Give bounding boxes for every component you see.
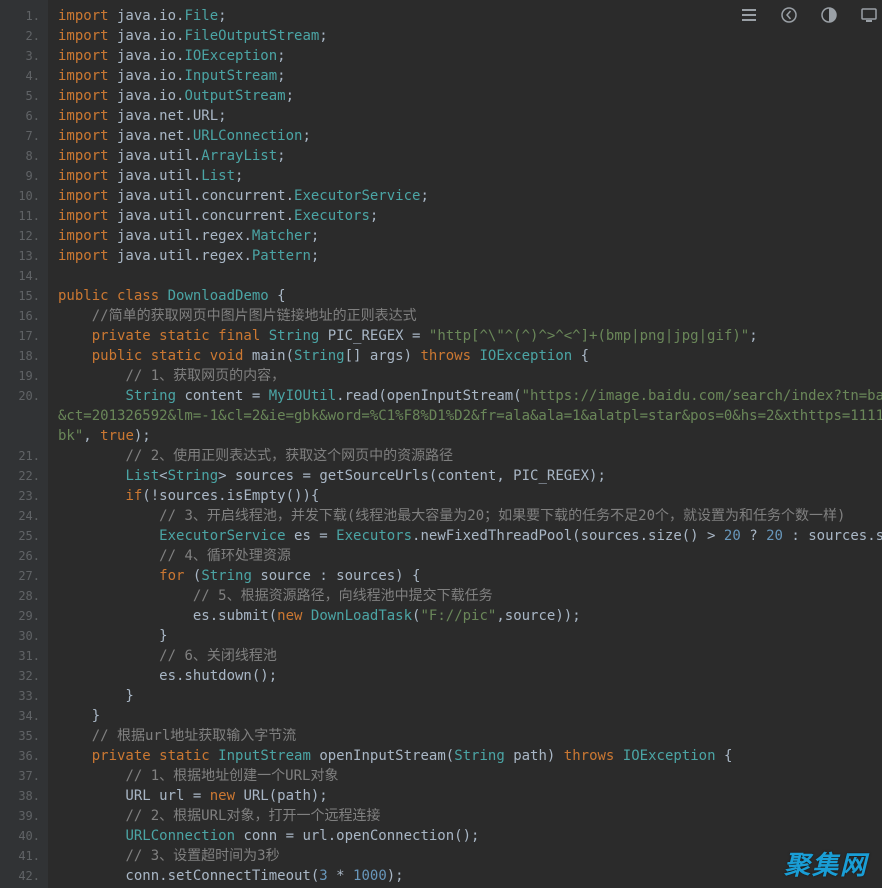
- code-line: public static void main(String[] args) t…: [58, 346, 882, 366]
- line-number: 36.: [0, 746, 40, 766]
- code-line: ExecutorService es = Executors.newFixedT…: [58, 526, 882, 546]
- watermark: 聚集网: [784, 845, 868, 882]
- code-line: for (String source : sources) {: [58, 566, 882, 586]
- code-line: // 3、设置超时间为3秒: [58, 846, 882, 866]
- line-number: 37.: [0, 766, 40, 786]
- code-line: URL url = new URL(path);: [58, 786, 882, 806]
- code-line: // 2、根据URL对象，打开一个远程连接: [58, 806, 882, 826]
- code-line: private static InputStream openInputStre…: [58, 746, 882, 766]
- code-line: import java.util.ArrayList;: [58, 146, 882, 166]
- code-line: // 2、使用正则表达式，获取这个网页中的资源路径: [58, 446, 882, 466]
- code-line: List<String> sources = getSourceUrls(con…: [58, 466, 882, 486]
- code-line: // 5、根据资源路径，向线程池中提交下载任务: [58, 586, 882, 606]
- code-line: import java.io.FileOutputStream;: [58, 26, 882, 46]
- code-line: // 根据url地址获取输入字节流: [58, 726, 882, 746]
- list-icon[interactable]: [740, 6, 758, 24]
- line-number: 15.: [0, 286, 40, 306]
- code-line: if(!sources.isEmpty()){: [58, 486, 882, 506]
- line-number: 18.: [0, 346, 40, 366]
- code-line: }: [58, 706, 882, 726]
- line-number: 8.: [0, 146, 40, 166]
- line-number: 28.: [0, 586, 40, 606]
- code-line: import java.io.IOException;: [58, 46, 882, 66]
- line-number: 30.: [0, 626, 40, 646]
- code-line: // 4、循环处理资源: [58, 546, 882, 566]
- line-number: 32.: [0, 666, 40, 686]
- line-number: 26.: [0, 546, 40, 566]
- code-line: es.shutdown();: [58, 666, 882, 686]
- line-number: 12.: [0, 226, 40, 246]
- code-line: import java.util.List;: [58, 166, 882, 186]
- line-number: 11.: [0, 206, 40, 226]
- line-gutter: 1.2.3.4.5.6.7.8.9.10.11.12.13.14.15.16.1…: [0, 0, 48, 888]
- code-line: String content = MyIOUtil.read(openInput…: [58, 386, 882, 406]
- toolbar: [740, 6, 882, 24]
- line-number: 6.: [0, 106, 40, 126]
- line-number: 9.: [0, 166, 40, 186]
- line-number: 1.: [0, 6, 40, 26]
- line-number: 29.: [0, 606, 40, 626]
- line-number: 27.: [0, 566, 40, 586]
- line-number: 41.: [0, 846, 40, 866]
- screen-icon[interactable]: [860, 6, 878, 24]
- code-line: // 1、获取网页的内容，: [58, 366, 882, 386]
- code-line: bk", true);: [58, 426, 882, 446]
- line-number: 3.: [0, 46, 40, 66]
- code-line: &ct=201326592&lm=-1&cl=2&ie=gbk&word=%C1…: [58, 406, 882, 426]
- code-line: URLConnection conn = url.openConnection(…: [58, 826, 882, 846]
- code-line: import java.net.URLConnection;: [58, 126, 882, 146]
- line-number: 33.: [0, 686, 40, 706]
- code-line: import java.util.regex.Matcher;: [58, 226, 882, 246]
- code-line: }: [58, 686, 882, 706]
- line-number: 22.: [0, 466, 40, 486]
- line-number: 39.: [0, 806, 40, 826]
- line-number: 7.: [0, 126, 40, 146]
- line-number: 24.: [0, 506, 40, 526]
- contrast-icon[interactable]: [820, 6, 838, 24]
- code-editor: 1.2.3.4.5.6.7.8.9.10.11.12.13.14.15.16.1…: [0, 0, 882, 888]
- code-line: import java.io.InputStream;: [58, 66, 882, 86]
- line-number: 10.: [0, 186, 40, 206]
- line-number: 23.: [0, 486, 40, 506]
- code-area: import java.io.File;import java.io.FileO…: [48, 0, 882, 888]
- code-line: import java.net.URL;: [58, 106, 882, 126]
- line-number: 13.: [0, 246, 40, 266]
- line-number: 38.: [0, 786, 40, 806]
- code-line: //简单的获取网页中图片图片链接地址的正则表达式: [58, 306, 882, 326]
- line-number: 16.: [0, 306, 40, 326]
- code-line: }: [58, 626, 882, 646]
- line-number: 20.: [0, 386, 40, 406]
- line-number: [0, 406, 40, 426]
- code-line: // 1、根据地址创建一个URL对象: [58, 766, 882, 786]
- line-number: 25.: [0, 526, 40, 546]
- line-number: 21.: [0, 446, 40, 466]
- code-line: import java.util.concurrent.ExecutorServ…: [58, 186, 882, 206]
- line-number: 40.: [0, 826, 40, 846]
- line-number: 31.: [0, 646, 40, 666]
- code-line: es.submit(new DownLoadTask("F://pic",sou…: [58, 606, 882, 626]
- chevron-left-icon[interactable]: [780, 6, 798, 24]
- code-line: conn.setConnectTimeout(3 * 1000);: [58, 866, 882, 886]
- line-number: 34.: [0, 706, 40, 726]
- line-number: 19.: [0, 366, 40, 386]
- code-line: import java.util.regex.Pattern;: [58, 246, 882, 266]
- line-number: 17.: [0, 326, 40, 346]
- code-line: import java.io.OutputStream;: [58, 86, 882, 106]
- line-number: 4.: [0, 66, 40, 86]
- line-number: 5.: [0, 86, 40, 106]
- line-number: 14.: [0, 266, 40, 286]
- code-line: public class DownloadDemo {: [58, 286, 882, 306]
- code-line: [58, 266, 882, 286]
- code-line: // 6、关闭线程池: [58, 646, 882, 666]
- line-number: 35.: [0, 726, 40, 746]
- code-line: import java.util.concurrent.Executors;: [58, 206, 882, 226]
- line-number: 2.: [0, 26, 40, 46]
- line-number: 42.: [0, 866, 40, 886]
- line-number: [0, 426, 40, 446]
- code-line: private static final String PIC_REGEX = …: [58, 326, 882, 346]
- code-line: // 3、开启线程池，并发下载(线程池最大容量为20；如果要下载的任务不足20个…: [58, 506, 882, 526]
